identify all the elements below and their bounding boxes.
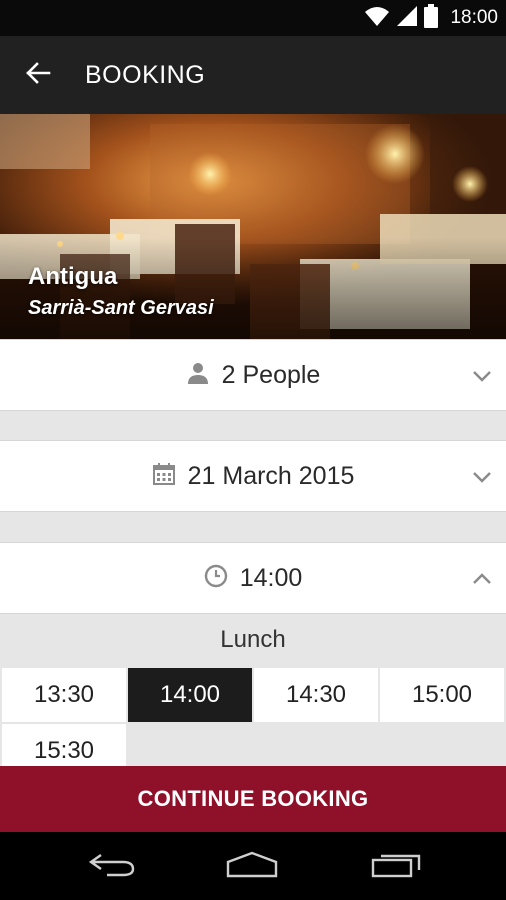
time-slot[interactable]: 14:30 [254,668,378,722]
calendar-icon [152,462,176,491]
restaurant-hero: Antigua Sarrià-Sant Gervasi [0,114,506,339]
app-bar: BOOKING [0,36,506,114]
status-bar: 18:00 [0,0,506,36]
time-label: 14:00 [239,563,303,592]
status-time: 18:00 [450,7,498,28]
recents-nav-button[interactable] [366,850,426,882]
party-size-selector[interactable]: 2 People [0,339,506,411]
home-nav-button[interactable] [222,850,282,882]
time-slot-selected[interactable]: 14:00 [128,668,252,722]
battery-icon [424,3,439,33]
time-slot[interactable]: 13:30 [2,668,126,722]
date-selector[interactable]: 21 March 2015 [0,440,506,512]
chevron-down-icon [470,364,494,388]
home-nav-icon [224,850,280,883]
recents-nav-icon [370,850,422,883]
continue-booking-button[interactable]: CONTINUE BOOKING [0,766,506,832]
time-selector[interactable]: 14:00 [0,542,506,614]
arrow-left-icon [25,61,51,90]
chevron-up-icon [470,567,494,591]
back-button[interactable] [20,58,56,92]
back-nav-button[interactable] [82,850,142,882]
wifi-icon [364,5,390,32]
signal-icon [396,5,418,32]
time-slot[interactable]: 15:00 [380,668,504,722]
restaurant-name: Antigua [28,263,118,290]
party-size-label: 2 People [221,360,321,389]
page-title: BOOKING [85,61,206,89]
back-nav-icon [87,851,137,882]
chevron-down-icon [470,465,494,489]
restaurant-area: Sarrià-Sant Gervasi [28,297,214,319]
system-nav-bar [0,832,506,900]
date-label: 21 March 2015 [187,461,355,490]
lunch-section-label: Lunch [220,626,286,653]
person-icon [186,361,210,390]
clock-icon [204,564,228,593]
